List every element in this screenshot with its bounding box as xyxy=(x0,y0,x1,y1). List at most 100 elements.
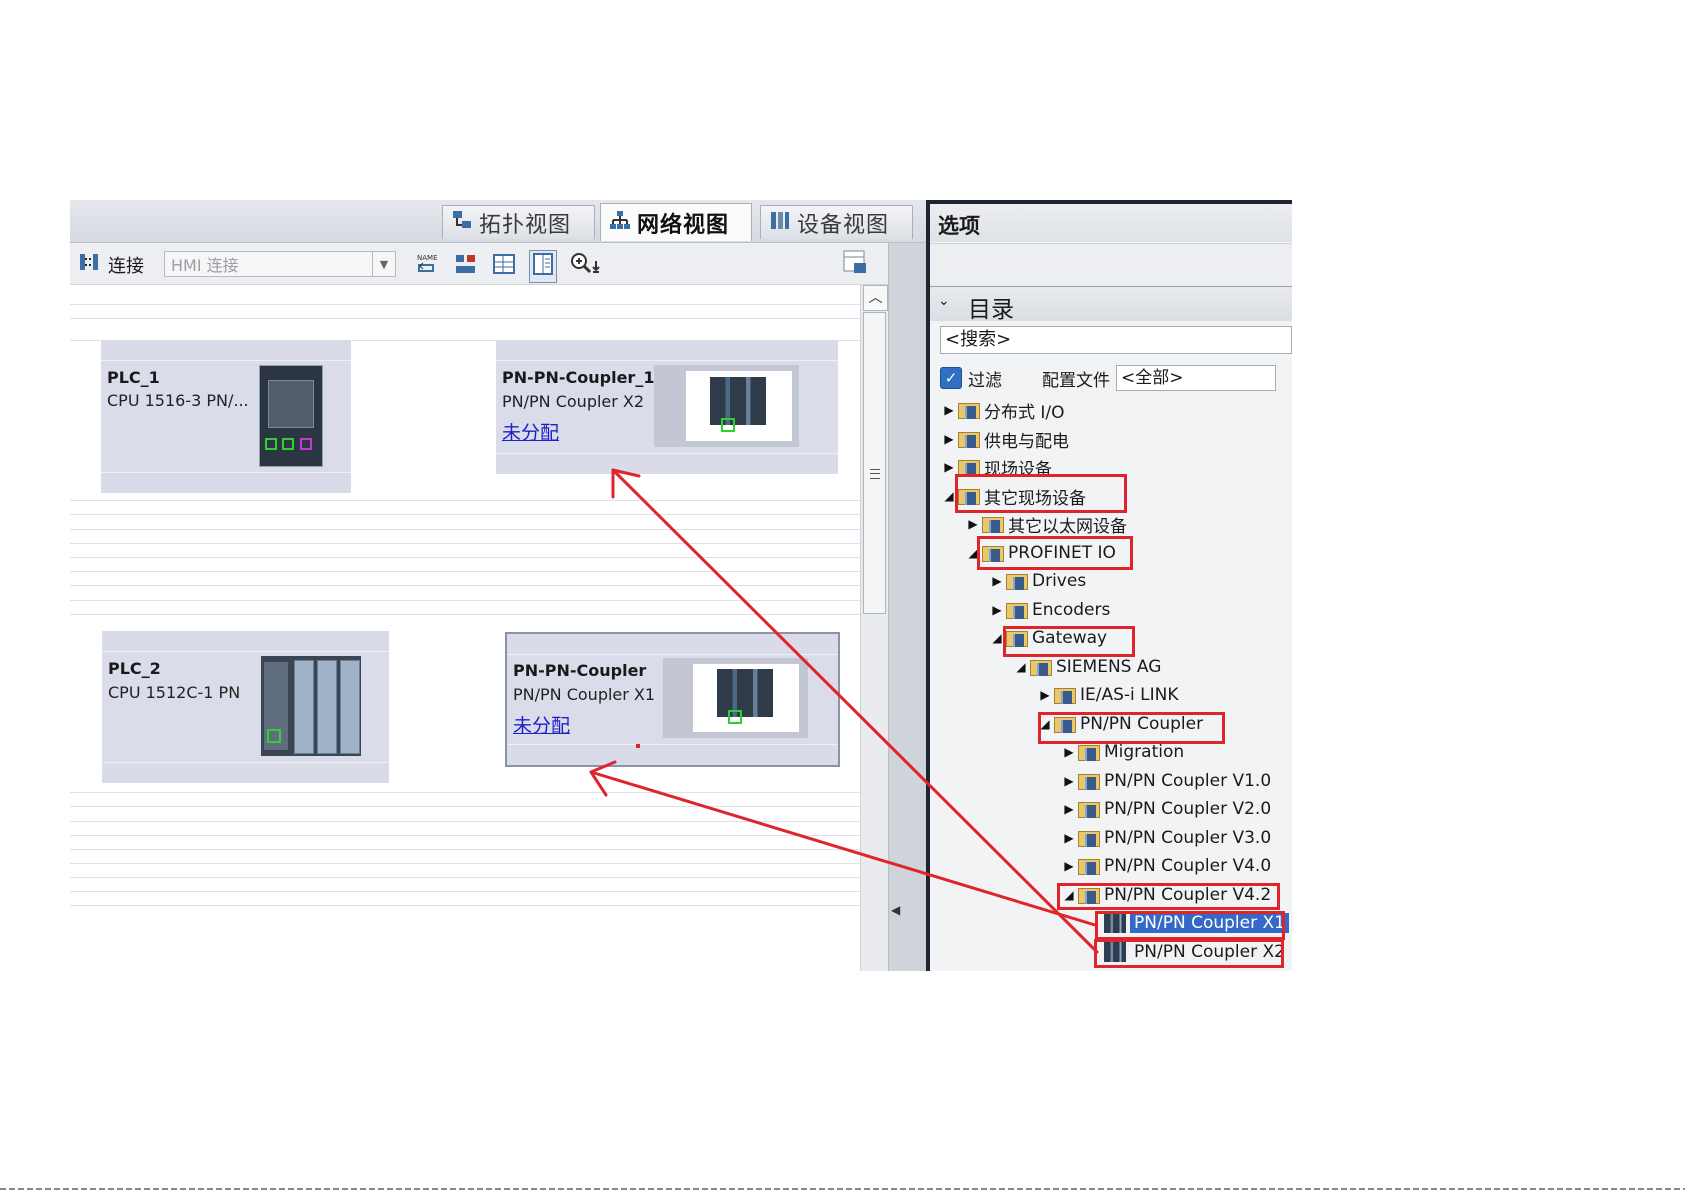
connect-tool[interactable]: 连接 xyxy=(78,251,144,278)
overview-navigation-icon[interactable] xyxy=(842,249,868,277)
device-module-icon xyxy=(1104,913,1126,933)
unassigned-link[interactable]: 未分配 xyxy=(502,418,559,445)
vertical-scrollbar[interactable]: ︿ xyxy=(860,285,889,971)
tree-item-encoders[interactable]: ▶ Encoders xyxy=(990,596,1110,624)
device-pn-pn-coupler[interactable]: PN-PN-Coupler PN/PN Coupler X1 未分配 xyxy=(505,632,840,767)
expand-arrow-icon[interactable]: ▶ xyxy=(1062,774,1076,788)
tree-item-distributed-io[interactable]: ▶ 分布式 I/O xyxy=(942,396,1065,424)
tree-item-label: 分布式 I/O xyxy=(984,402,1065,423)
network-canvas[interactable]: PLC_1 CPU 1516-3 PN/... PN-PN-Coupler_1 … xyxy=(70,285,860,971)
tree-item-gateway[interactable]: ◢ Gateway xyxy=(990,624,1107,652)
folder-icon xyxy=(1006,629,1028,647)
device-plc-1[interactable]: PLC_1 CPU 1516-3 PN/... xyxy=(101,340,351,493)
port-icon xyxy=(265,438,277,450)
coupler-image-frame xyxy=(654,365,799,447)
tree-item-label: PN/PN Coupler xyxy=(1080,714,1204,734)
expand-arrow-icon[interactable]: ▶ xyxy=(942,460,956,474)
collapse-arrow-icon[interactable]: ◢ xyxy=(1014,660,1028,674)
tree-item-label: PN/PN Coupler X1 xyxy=(1130,913,1289,933)
tree-item-field-devices[interactable]: ▶ 现场设备 xyxy=(942,453,1052,481)
collapse-arrow-icon[interactable]: ◀ xyxy=(891,903,900,917)
tab-label: 设备视图 xyxy=(797,212,890,238)
chevron-down-icon[interactable]: ▼ xyxy=(372,252,395,276)
expand-arrow-icon[interactable]: ▶ xyxy=(942,403,956,417)
network-view-icon xyxy=(609,209,631,237)
tree-item-coupler-v4-2[interactable]: ◢ PN/PN Coupler V4.2 xyxy=(1062,881,1271,909)
port-icon xyxy=(267,729,281,743)
zoom-icon[interactable] xyxy=(569,251,605,282)
profile-select[interactable]: <全部> xyxy=(1116,365,1276,391)
device-module-icon xyxy=(1104,942,1126,962)
expand-arrow-icon[interactable]: ▶ xyxy=(1038,688,1052,702)
expand-arrow-icon[interactable]: ▶ xyxy=(1062,802,1076,816)
unassigned-link[interactable]: 未分配 xyxy=(513,711,570,738)
tab-label: 网络视图 xyxy=(637,212,730,238)
device-plc-2[interactable]: PLC_2 CPU 1512C-1 PN xyxy=(102,631,389,783)
tree-item-siemens-ag[interactable]: ◢ SIEMENS AG xyxy=(1014,653,1161,681)
options-toolbar xyxy=(930,243,1292,288)
tree-item-label: PN/PN Coupler V4.2 xyxy=(1104,885,1272,905)
connect-icon xyxy=(78,251,100,278)
connection-type-select[interactable]: HMI 连接 ▼ xyxy=(164,251,396,277)
collapse-arrow-icon[interactable]: ◢ xyxy=(1062,888,1076,902)
inspector-side-strip[interactable]: ◀ xyxy=(888,243,926,971)
cpu-module-image xyxy=(261,656,361,756)
tab-device-view[interactable]: 设备视图 xyxy=(760,205,913,239)
tree-item-profinet-io[interactable]: ◢ PROFINET IO xyxy=(966,539,1116,567)
port-icon xyxy=(728,710,742,724)
expand-arrow-icon[interactable]: ▶ xyxy=(1062,859,1076,873)
tab-network-view[interactable]: 网络视图 xyxy=(600,203,752,241)
collapse-arrow-icon[interactable]: ◢ xyxy=(1038,717,1052,731)
folder-icon xyxy=(1078,800,1100,818)
tree-item-label: PN/PN Coupler X2 xyxy=(1134,942,1285,962)
expand-arrow-icon[interactable]: ▶ xyxy=(1062,745,1076,759)
split-view-icon[interactable] xyxy=(529,250,557,283)
tree-item-label: 其它以太网设备 xyxy=(1008,516,1127,537)
tree-item-other-ethernet-devices[interactable]: ▶ 其它以太网设备 xyxy=(966,510,1127,538)
device-pn-pn-coupler-1[interactable]: PN-PN-Coupler_1 PN/PN Coupler X2 未分配 xyxy=(496,340,838,474)
section-title: 目录 xyxy=(968,297,1014,323)
tree-item-label: PN/PN Coupler V2.0 xyxy=(1104,799,1272,819)
expand-arrow-icon[interactable]: ▶ xyxy=(990,603,1004,617)
connect-label: 连接 xyxy=(108,255,144,277)
tree-item-coupler-x1[interactable]: PN/PN Coupler X1 xyxy=(1102,909,1289,937)
tree-item-coupler-x2[interactable]: PN/PN Coupler X2 xyxy=(1102,938,1289,966)
port-icon xyxy=(282,438,294,450)
port-icon xyxy=(300,438,312,450)
tree-item-other-field-devices[interactable]: ◢ 其它现场设备 xyxy=(942,482,1086,510)
device-type: CPU 1516-3 PN/... xyxy=(107,391,249,410)
tree-item-migration[interactable]: ▶ Migration xyxy=(1062,738,1184,766)
folder-icon xyxy=(1054,686,1076,704)
chevron-down-icon[interactable]: ⌄ xyxy=(938,293,950,309)
tree-item-coupler-v1-0[interactable]: ▶ PN/PN Coupler V1.0 xyxy=(1062,767,1271,795)
folder-icon xyxy=(1078,857,1100,875)
tree-item-coupler-v4-0[interactable]: ▶ PN/PN Coupler V4.0 xyxy=(1062,852,1271,880)
catalog-section-header[interactable]: ⌄ 目录 xyxy=(930,287,1292,323)
tree-item-coupler-v3-0[interactable]: ▶ PN/PN Coupler V3.0 xyxy=(1062,824,1271,852)
tab-topology-view[interactable]: 拓扑视图 xyxy=(442,205,595,239)
tree-item-pn-pn-coupler[interactable]: ◢ PN/PN Coupler xyxy=(1038,710,1203,738)
folder-icon xyxy=(1078,886,1100,904)
collapse-arrow-icon[interactable]: ◢ xyxy=(942,489,956,503)
scroll-up-icon[interactable]: ︿ xyxy=(863,285,888,311)
expand-arrow-icon[interactable]: ▶ xyxy=(990,574,1004,588)
show-names-icon[interactable]: NAME xyxy=(415,251,441,282)
scrollbar-thumb[interactable] xyxy=(863,312,886,614)
catalog-search-input[interactable]: <搜索> xyxy=(940,326,1292,354)
expand-arrow-icon[interactable]: ▶ xyxy=(942,432,956,446)
expand-arrow-icon[interactable]: ▶ xyxy=(966,517,980,531)
device-type: PN/PN Coupler X1 xyxy=(513,685,656,704)
tree-item-drives[interactable]: ▶ Drives xyxy=(990,567,1086,595)
folder-icon xyxy=(1006,572,1028,590)
expand-arrow-icon[interactable]: ▶ xyxy=(1062,831,1076,845)
filter-checkbox[interactable]: ✓ xyxy=(940,367,962,389)
table-view-icon[interactable] xyxy=(491,251,517,282)
page-bottom-border xyxy=(0,1188,1685,1190)
collapse-arrow-icon[interactable]: ◢ xyxy=(990,631,1004,645)
collapse-arrow-icon[interactable]: ◢ xyxy=(966,546,980,560)
tree-item-coupler-v2-0[interactable]: ▶ PN/PN Coupler V2.0 xyxy=(1062,795,1271,823)
tree-item-power-supply[interactable]: ▶ 供电与配电 xyxy=(942,425,1069,453)
tree-item-ie-as-i-link[interactable]: ▶ IE/AS-i LINK xyxy=(1038,681,1178,709)
toolbar-buttons: NAME xyxy=(415,250,605,283)
highlight-network-icon[interactable] xyxy=(453,251,479,282)
